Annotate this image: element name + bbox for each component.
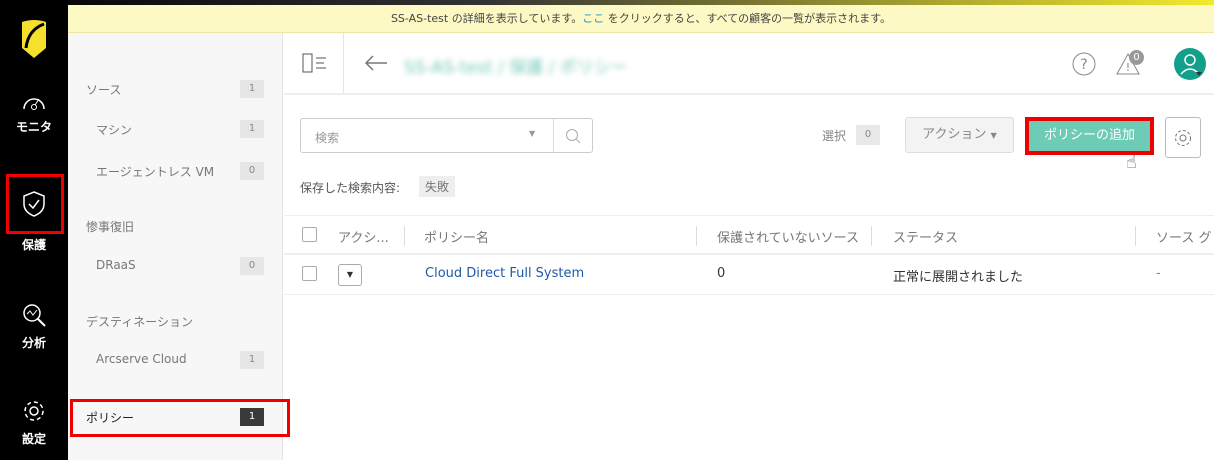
actions-label: アクション [922,127,987,142]
saved-search-label: 保存した検索内容: [300,181,401,195]
sidebar-heading-destinations: デスティネーション [68,310,283,332]
divider [404,226,405,246]
count-badge: 1 [240,80,264,98]
banner-link[interactable]: ここ [582,12,604,25]
count-badge: 1 [240,120,264,138]
alerts-count-badge: 0 [1129,50,1144,65]
left-nav: モニタ 保護 分析 設定 [0,0,68,460]
banner-text: SS-AS-test の詳細を表示しています。 [390,12,583,25]
sidebar-item-arcserve-cloud[interactable]: Arcserve Cloud 1 [68,349,283,371]
column-header[interactable]: ポリシー名 [424,227,489,246]
nav-monitor[interactable]: モニタ [0,92,68,135]
label: マシン [96,123,133,137]
count-badge: 0 [240,257,264,275]
sidebar-item-sources[interactable]: ソース 1 [68,78,283,100]
source-group: - [1156,266,1161,281]
label: デスティネーション [86,315,194,329]
divider [696,226,697,246]
svg-text:!: ! [1126,61,1130,74]
count-badge: 0 [240,162,264,180]
search-placeholder: 検索 [315,131,340,145]
unprotected-sources: 0 [717,266,726,281]
sidebar-heading-dr: 惨事復旧 [68,215,283,237]
nav-analysis[interactable]: 分析 [0,302,68,351]
user-avatar[interactable] [1174,48,1206,80]
label: Arcserve Cloud [96,352,187,366]
sidebar-item-machines[interactable]: マシン 1 [68,118,283,140]
sub-sidebar: ソース 1 マシン 1 エージェントレス VM 0 惨事復旧 DRaaS 0 デスティネ… [68,33,283,460]
sidebar-item-draas[interactable]: DRaaS 0 [68,255,283,277]
nav-label: 分析 [21,336,46,350]
help-icon[interactable]: ? [1072,52,1096,76]
row-action-dropdown[interactable]: ▼ [338,264,362,286]
nav-label: 設定 [21,432,46,446]
select-all-checkbox[interactable] [302,227,317,242]
saved-search-tag[interactable]: 失敗 [419,176,456,197]
nav-label: 保護 [21,238,46,252]
divider [1135,226,1136,246]
divider [553,119,554,152]
banner-text: をクリックすると、すべての顧客の一覧が表示されます。 [604,12,892,25]
gear-icon [1175,130,1191,146]
search-input[interactable]: 検索 ▼ [300,118,593,153]
toggle-panel-icon[interactable] [302,53,328,73]
add-policy-button[interactable]: ポリシーの追加 [1025,117,1154,155]
back-arrow-icon[interactable] [364,55,388,71]
dropdown-caret-icon[interactable]: ▼ [529,129,535,138]
search-icon[interactable] [565,128,581,144]
label: DRaaS [96,258,136,272]
column-header[interactable]: アクシ... [338,227,389,246]
highlight-box [70,399,290,437]
table-header: アクシ... ポリシー名 保護されていないソース ステータス ソース グ [284,215,1214,255]
nav-settings[interactable]: 設定 [0,398,68,447]
nav-protect[interactable]: 保護 [0,190,68,253]
svg-text:?: ? [1080,57,1087,73]
shield-check-icon [23,191,45,217]
analysis-icon [23,304,46,327]
column-header[interactable]: 保護されていないソース [717,227,859,246]
column-header[interactable]: ステータス [893,227,958,246]
selected-count: 0 [856,125,880,145]
count-badge: 1 [240,351,264,369]
divider [343,33,344,93]
status: 正常に展開されました [893,270,1024,285]
breadcrumb: SS-AS-test / 保護 / ポリシー [404,58,628,78]
table-row: ▼ Cloud Direct Full System 0 正常に展開されました … [284,255,1214,295]
nav-label: モニタ [15,120,52,134]
policy-name-link[interactable]: Cloud Direct Full System [425,266,584,281]
gear-icon [24,401,44,421]
hand-cursor-icon: ☝ [1126,152,1137,173]
logo [0,18,68,60]
label: エージェントレス VM [96,165,215,179]
customer-banner: SS-AS-test の詳細を表示しています。ここ をクリックすると、すべての顧… [68,5,1214,33]
settings-button[interactable] [1165,117,1201,158]
divider [871,226,872,246]
gauge-icon [23,98,45,110]
column-header[interactable]: ソース グ [1156,227,1211,246]
label: 惨事復旧 [86,220,135,234]
caret-icon: ▼ [990,131,997,140]
sidebar-item-agentless-vm[interactable]: エージェントレス VM 0 [68,160,283,182]
actions-button[interactable]: アクション ▼ [905,117,1014,153]
row-checkbox[interactable] [302,266,317,281]
selected-label: 選択 [822,129,847,143]
label: ソース [86,83,122,97]
page-header: SS-AS-test / 保護 / ポリシー ? ! 0 [284,33,1214,95]
